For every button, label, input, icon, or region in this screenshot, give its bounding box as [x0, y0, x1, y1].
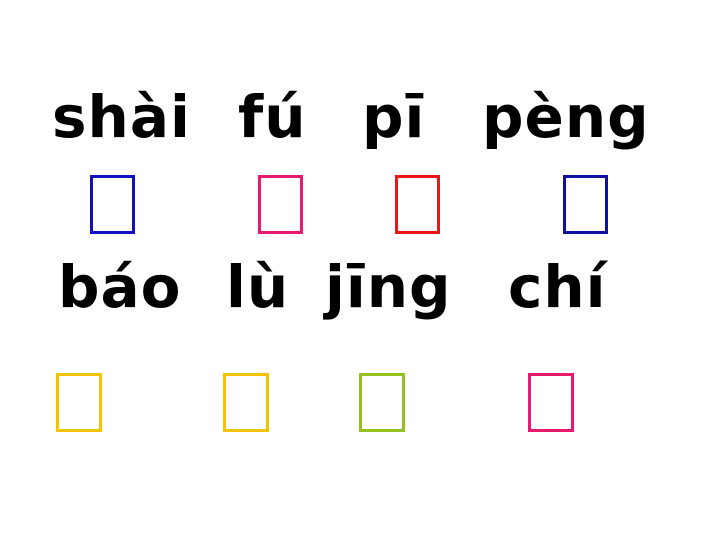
answer-box-shai[interactable]: [90, 175, 135, 234]
pinyin-shai: shài: [52, 83, 191, 151]
answer-box-pi[interactable]: [395, 175, 440, 234]
pinyin-fu: fú: [238, 83, 307, 151]
answer-box-jing[interactable]: [359, 373, 405, 432]
pinyin-pi: pī: [362, 83, 426, 151]
pinyin-jing: jīng: [325, 253, 452, 321]
exercise-slide: shài fú pī pèng báo lù jīng chí: [0, 0, 720, 540]
pinyin-peng: pèng: [482, 83, 650, 151]
answer-box-chi[interactable]: [528, 373, 574, 432]
pinyin-lu: lù: [226, 253, 290, 321]
answer-box-fu[interactable]: [258, 175, 303, 234]
pinyin-bao: báo: [58, 253, 182, 321]
answer-box-bao[interactable]: [56, 373, 102, 432]
answer-box-lu[interactable]: [223, 373, 269, 432]
answer-box-peng[interactable]: [563, 175, 608, 234]
pinyin-chi: chí: [508, 253, 607, 321]
